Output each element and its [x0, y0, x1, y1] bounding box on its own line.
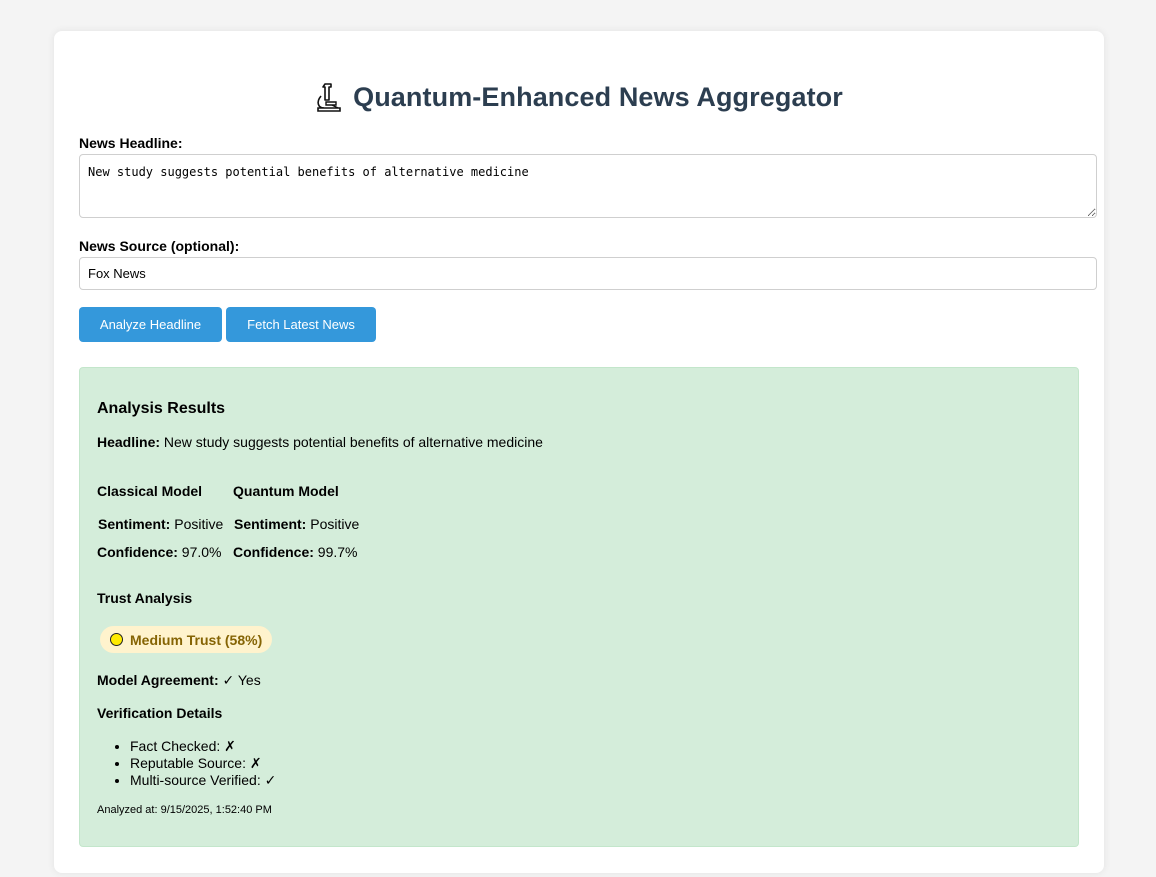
source-label: News Source (optional):: [79, 238, 240, 254]
main-card: Quantum-Enhanced News Aggregator News He…: [54, 31, 1104, 873]
results-title: Analysis Results: [97, 400, 226, 417]
verification-title: Verification Details: [97, 705, 223, 721]
classical-sentiment-label: Sentiment:: [98, 516, 171, 532]
headline-textarea[interactable]: [79, 154, 1097, 218]
results-headline-value: New study suggests potential benefits of…: [163, 434, 543, 450]
page-header: Quantum-Enhanced News Aggregator: [54, 77, 1104, 117]
list-item: Fact Checked: ✗: [130, 738, 276, 755]
analyzed-timestamp: Analyzed at: 9/15/2025, 1:52:40 PM: [97, 804, 272, 816]
analysis-results-panel: Analysis Results Headline: New study sug…: [79, 367, 1079, 847]
source-input[interactable]: [79, 257, 1097, 290]
list-item: Reputable Source: ✗: [130, 755, 276, 772]
results-headline: Headline: New study suggests potential b…: [97, 434, 543, 450]
classical-sentiment: Sentiment: Positive: [98, 516, 223, 532]
list-item: Multi-source Verified: ✓: [130, 772, 276, 789]
quantum-sentiment-value: Positive: [310, 516, 360, 532]
model-agreement-label: Model Agreement:: [97, 672, 219, 688]
quantum-sentiment: Sentiment: Positive: [234, 516, 359, 532]
trust-badge-label: Medium Trust (58%): [130, 631, 263, 648]
fetch-latest-news-button[interactable]: Fetch Latest News: [226, 307, 376, 342]
page-title: Quantum-Enhanced News Aggregator: [353, 81, 843, 112]
classical-confidence-label: Confidence:: [97, 544, 178, 560]
verification-list: Fact Checked: ✗ Reputable Source: ✗ Mult…: [113, 738, 276, 789]
quantum-model-title: Quantum Model: [233, 483, 339, 499]
quantum-sentiment-label: Sentiment:: [234, 516, 307, 532]
quantum-confidence-label: Confidence:: [233, 544, 314, 560]
quantum-confidence-value: 99.7%: [317, 544, 358, 560]
microscope-icon: [317, 83, 341, 112]
analyze-headline-button[interactable]: Analyze Headline: [79, 307, 222, 342]
classical-sentiment-value: Positive: [174, 516, 224, 532]
quantum-confidence: Confidence: 99.7%: [233, 544, 357, 560]
model-agreement-value: ✓ Yes: [222, 672, 261, 688]
model-agreement: Model Agreement: ✓ Yes: [97, 672, 261, 689]
trust-analysis-title: Trust Analysis: [97, 590, 193, 606]
classical-confidence: Confidence: 97.0%: [97, 544, 221, 560]
trust-badge: Medium Trust (58%): [100, 626, 273, 653]
yellow-circle-icon: [110, 633, 123, 646]
headline-label: News Headline:: [79, 135, 183, 151]
classical-confidence-value: 97.0%: [181, 544, 222, 560]
results-headline-label: Headline:: [97, 434, 161, 450]
classical-model-title: Classical Model: [97, 483, 203, 499]
